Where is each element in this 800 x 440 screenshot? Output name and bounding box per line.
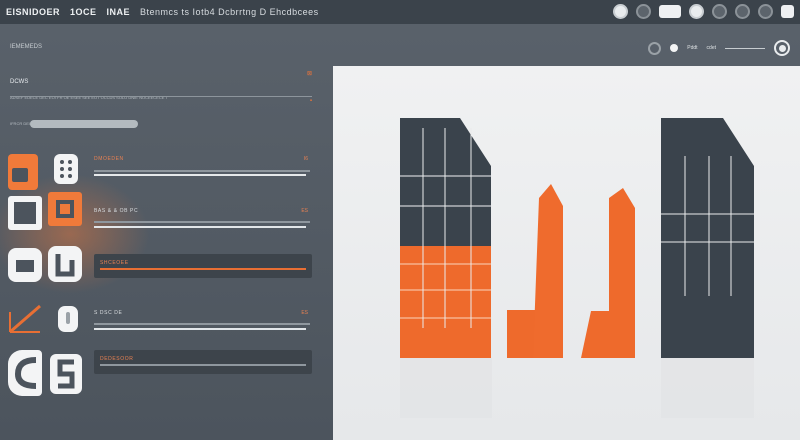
search-input[interactable]: [30, 120, 138, 128]
toolbar: IEMEMEDS Pddt cdet: [0, 24, 800, 64]
field-edmos: ▪: [10, 98, 312, 108]
menu-item-1[interactable]: 1OCE: [70, 7, 97, 17]
property-slider-fill[interactable]: [94, 226, 306, 228]
menu-icon[interactable]: [781, 5, 794, 18]
title-bar: EISNIDOER 1OCE INAE Btenmcs ts Iotb4 Dcb…: [0, 0, 800, 24]
property-name: SHCEOEE: [100, 260, 129, 266]
design-canvas[interactable]: [333, 66, 800, 440]
artwork-right-dark: [661, 118, 754, 358]
property-slider-fill[interactable]: [94, 328, 306, 330]
line-icon[interactable]: [6, 302, 44, 336]
circle-button-icon[interactable]: [735, 4, 750, 19]
property-row[interactable]: DEDESOOR: [94, 350, 312, 374]
ring-icon[interactable]: [648, 41, 662, 55]
toolbar-text-b[interactable]: cdet: [707, 45, 716, 51]
app-window: EISNIDOER 1OCE INAE Btenmcs ts Iotb4 Dcb…: [0, 0, 800, 440]
brush-icon-glyph: [12, 168, 28, 182]
select-icon[interactable]: [50, 354, 82, 394]
artwork-spike: [533, 184, 563, 358]
field-edmos-label: IFRCR DEOE OEC SODENDE DEGE: [10, 112, 312, 126]
toolbar-label: IEMEMEDS: [10, 44, 43, 50]
menu-item-2[interactable]: INAE: [107, 7, 131, 17]
property-value: ES: [301, 208, 308, 214]
property-value: I6: [303, 156, 308, 162]
artwork-block: [507, 310, 537, 358]
record-icon[interactable]: [712, 4, 727, 19]
property-name: DEDESOOR: [100, 356, 134, 362]
property-row[interactable]: S DSC DE ES: [94, 310, 310, 332]
field-badge-2[interactable]: ▪: [310, 98, 312, 104]
frame-icon[interactable]: [8, 196, 42, 230]
toggle-icon-glyph: [66, 312, 70, 324]
circle-button-icon[interactable]: [613, 4, 628, 19]
line-icon-glyph: [9, 304, 41, 334]
property-row[interactable]: BAS & & OB PC ES: [94, 208, 310, 230]
property-name: S DSC DE: [94, 310, 123, 316]
frame-icon-glyph: [14, 202, 36, 224]
property-slider-track[interactable]: [100, 364, 306, 366]
property-row[interactable]: DMOEDEN I6: [94, 156, 310, 178]
property-row-selected[interactable]: SHCEOEE: [94, 254, 312, 278]
property-name: BAS & & OB PC: [94, 208, 139, 214]
camera-icon[interactable]: [758, 4, 773, 19]
curve-icon-glyph: [14, 357, 37, 389]
toolbar-text-a[interactable]: Pddt: [687, 45, 697, 51]
toolbar-controls: Pddt cdet: [648, 40, 790, 56]
field-label: DCWS: [10, 79, 29, 85]
toggle-icon[interactable]: [58, 306, 78, 332]
refresh-icon[interactable]: [636, 4, 651, 19]
tool-palette: [6, 154, 86, 440]
property-slider-fill[interactable]: [94, 174, 306, 176]
property-slider-track[interactable]: [94, 170, 310, 172]
crop-icon[interactable]: [48, 192, 82, 226]
window-controls: [613, 4, 794, 19]
settings-icon[interactable]: [689, 4, 704, 19]
field-badge[interactable]: ⊠: [307, 70, 312, 77]
canvas-artwork: [400, 118, 754, 418]
dice-icon[interactable]: [54, 154, 78, 184]
toolbar-divider: [725, 47, 765, 49]
link-icon[interactable]: [48, 246, 82, 282]
property-slider-track[interactable]: [94, 221, 310, 223]
properties-panel: DCWS ⊠ ADSEF EDECE DEC EOTFR OE ESEE SEE…: [0, 64, 322, 440]
reflection-right: [661, 358, 754, 418]
artwork-spike: [581, 188, 635, 358]
property-name: DMOEDEN: [94, 156, 124, 162]
crop-icon-glyph: [56, 200, 74, 218]
dot-icon[interactable]: [670, 44, 679, 52]
divider-line: [10, 96, 312, 97]
property-slider-fill[interactable]: [100, 268, 306, 270]
select-icon-glyph: [57, 359, 75, 389]
shape-icon-glyph: [16, 260, 34, 272]
app-title: EISNIDOER: [6, 7, 61, 17]
brush-icon[interactable]: [8, 154, 38, 190]
link-icon-glyph: [55, 254, 75, 277]
field-dcws: DCWS ⊠: [10, 70, 312, 85]
field-help: ADSEF EDECE DEC EOTFR OE ESEE SEE EOT OC…: [10, 86, 312, 100]
window-toggle-icon[interactable]: [659, 5, 681, 18]
document-title: Btenmcs ts Iotb4 Dcbrrtng D Ehcdbcees: [140, 7, 319, 17]
shape-icon[interactable]: [8, 248, 42, 282]
curve-icon[interactable]: [8, 350, 42, 396]
dice-icon-glyph: [60, 160, 72, 178]
property-value: ES: [301, 310, 308, 316]
property-slider-track[interactable]: [94, 323, 310, 325]
target-icon[interactable]: [774, 40, 790, 56]
reflection-left: [400, 358, 492, 418]
